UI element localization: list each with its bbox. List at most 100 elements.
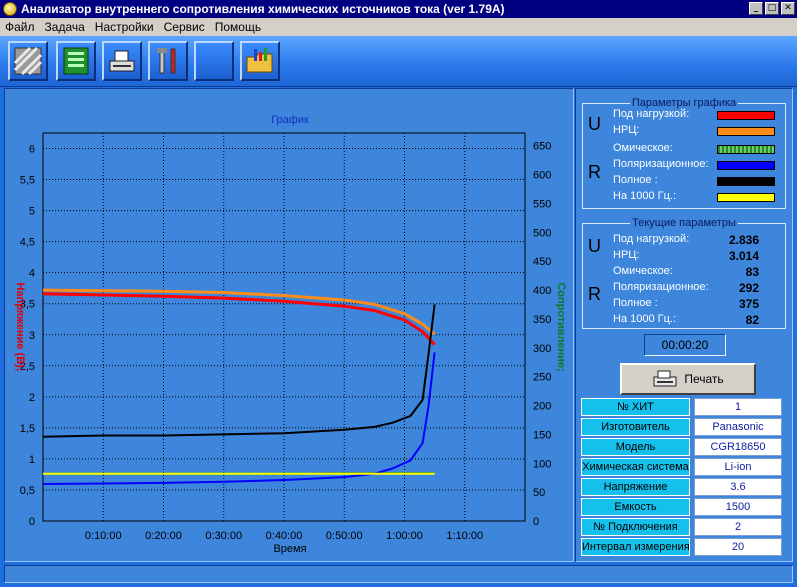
stripes-icon <box>13 46 43 76</box>
y-tick-label: 4 <box>29 268 35 280</box>
legend-swatch-ohmic[interactable] <box>717 145 775 154</box>
y2-tick-label: 50 <box>533 487 545 499</box>
current-value-polar: 292 <box>738 281 759 295</box>
y2-tick-label: 600 <box>533 170 551 182</box>
y-tick-label: 2 <box>29 392 35 404</box>
y2-tick-label: 350 <box>533 314 551 326</box>
legend-swatch-polar[interactable] <box>717 161 775 170</box>
info-key: Химическая система <box>581 458 690 476</box>
info-value[interactable]: 1500 <box>694 498 782 516</box>
printer-fax-icon <box>109 50 135 72</box>
maximize-button[interactable]: □ <box>765 2 779 15</box>
print-button[interactable]: Печать <box>620 363 756 395</box>
x-tick-label: 0:50:00 <box>326 530 363 542</box>
info-row: № ХИТ 1 <box>581 398 785 416</box>
info-value[interactable]: 2 <box>694 518 782 536</box>
current-label-total: Полное : <box>613 297 658 309</box>
y-tick-label: 3 <box>29 330 35 342</box>
y2-tick-label: 200 <box>533 401 551 413</box>
y-tick-label: 6 <box>29 144 35 156</box>
info-key: № Подключения <box>581 518 690 536</box>
close-button[interactable]: ✕ <box>781 2 795 15</box>
current-value-ocv: 3.014 <box>728 249 759 263</box>
legend-swatch-total[interactable] <box>717 177 775 186</box>
info-key: Емкость <box>581 498 690 516</box>
info-value[interactable]: 3.6 <box>694 478 782 496</box>
menu-file[interactable]: Файл <box>0 20 40 34</box>
legend-label-1khz: На 1000 Гц.: <box>613 190 677 202</box>
current-value-load: 2.836 <box>728 233 759 247</box>
legend-label-load: Под нагрузкой: <box>613 108 690 120</box>
y2-tick-label: 500 <box>533 227 551 239</box>
legend-label-total: Полное : <box>613 174 658 186</box>
menu-bar: Файл Задача Настройки Сервис Помощь <box>0 18 797 36</box>
info-row: Изготовитель Panasonic <box>581 418 785 436</box>
y-tick-label: 0 <box>29 516 35 528</box>
print-label: Печать <box>684 372 724 386</box>
elapsed-timer: 00:00:20 <box>644 334 726 356</box>
legend-label-polar: Поляризационное: <box>613 158 709 170</box>
window-title: Анализатор внутреннего сопротивления хим… <box>21 2 505 16</box>
info-key: Напряжение <box>581 478 690 496</box>
y2-tick-label: 450 <box>533 256 551 268</box>
current-label-polar: Поляризационное: <box>613 281 709 293</box>
legend-swatch-1khz[interactable] <box>717 193 775 202</box>
y2-tick-label: 150 <box>533 429 551 441</box>
open-chart-button[interactable] <box>240 41 280 81</box>
toolbar <box>0 36 797 87</box>
info-value[interactable]: 1 <box>694 398 782 416</box>
legend-label-ohmic: Омическое: <box>613 142 673 154</box>
u-label-2: U <box>588 236 601 256</box>
info-key: Изготовитель <box>581 418 690 436</box>
y-tick-label: 0,5 <box>20 485 35 497</box>
left-axis-label: Напряжение (В); <box>14 283 26 372</box>
folder-chart-icon <box>246 48 273 73</box>
info-value[interactable]: Panasonic <box>694 418 782 436</box>
tools-icon <box>157 48 176 74</box>
circuit-board-icon <box>63 47 89 75</box>
current-label-1khz: На 1000 Гц.: <box>613 313 677 325</box>
x-tick-label: 1:10:00 <box>446 530 483 542</box>
y-tick-label: 5,5 <box>20 175 35 187</box>
legend-swatch-load[interactable] <box>717 111 775 120</box>
y2-tick-label: 0 <box>533 516 539 528</box>
side-panel: Параметры графика U R Под нагрузкой: НРЦ… <box>575 88 793 562</box>
current-value-1khz: 82 <box>745 313 759 327</box>
y-tick-label: 5 <box>29 206 35 218</box>
menu-settings[interactable]: Настройки <box>90 20 159 34</box>
info-value[interactable]: 20 <box>694 538 782 556</box>
info-value[interactable]: CGR18650 <box>694 438 782 456</box>
r-label: R <box>588 162 601 182</box>
x-tick-label: 0:30:00 <box>205 530 242 542</box>
graph-params-group: Параметры графика U R Под нагрузкой: НРЦ… <box>582 97 786 209</box>
menu-help[interactable]: Помощь <box>210 20 266 34</box>
y2-tick-label: 650 <box>533 141 551 153</box>
x-axis-label: Время <box>273 543 306 555</box>
graph-panel: График 0:10:00 0:20:00 0:30:00 0:40:00 0:50:… <box>4 88 574 562</box>
info-value[interactable]: Li-ion <box>694 458 782 476</box>
menu-task[interactable]: Задача <box>40 20 90 34</box>
menu-service[interactable]: Сервис <box>159 20 210 34</box>
current-label-ohmic: Омическое: <box>613 265 673 277</box>
current-label-load: Под нагрузкой: <box>613 233 690 245</box>
tools-button[interactable] <box>148 41 188 81</box>
legend-swatch-ocv[interactable] <box>717 127 775 136</box>
y2-tick-label: 400 <box>533 285 551 297</box>
info-key: Модель <box>581 438 690 456</box>
current-label-ocv: НРЦ: <box>613 249 640 261</box>
legend-label-ocv: НРЦ: <box>613 124 640 136</box>
blank-button[interactable] <box>194 41 234 81</box>
info-row: № Подключения 2 <box>581 518 785 536</box>
circuit-button[interactable] <box>56 41 96 81</box>
minimize-button[interactable]: _ <box>749 2 763 15</box>
status-bar <box>4 565 793 583</box>
current-value-ohmic: 83 <box>745 265 759 279</box>
graph-chart[interactable]: График 0:10:00 0:20:00 0:30:00 0:40:00 0:50:… <box>5 89 573 561</box>
info-key: № ХИТ <box>581 398 690 416</box>
print-setup-button[interactable] <box>102 41 142 81</box>
stripes-button[interactable] <box>8 41 48 81</box>
right-axis-label: Сопротивление; <box>555 282 567 371</box>
x-tick-label: 1:00:00 <box>386 530 423 542</box>
x-tick-label: 0:20:00 <box>145 530 182 542</box>
window-controls: _ □ ✕ <box>749 2 795 15</box>
